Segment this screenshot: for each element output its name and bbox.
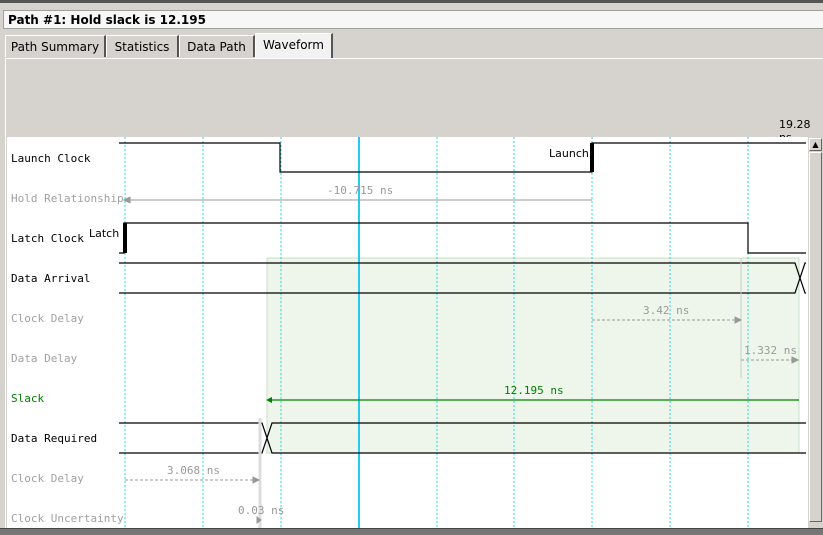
row-label-clock-delay-required: Clock Delay — [11, 472, 84, 485]
latch-edge-marker — [123, 223, 127, 253]
path-title: Path #1: Hold slack is 12.195 — [3, 10, 823, 29]
row-label-data-required: Data Required — [11, 432, 98, 445]
row-label-data-arrival: Data Arrival — [11, 272, 91, 285]
waveform-canvas — [119, 137, 806, 528]
clock-uncertainty-value: 0.03 ns — [238, 504, 285, 517]
vertical-scrollbar[interactable]: ▲ — [808, 137, 823, 528]
slack-region — [266, 257, 800, 454]
row-label-clock-delay: Clock Delay — [11, 312, 84, 325]
row-label-data-delay: Data Delay — [11, 352, 78, 365]
slack-value: 12.195 ns — [504, 384, 564, 397]
scroll-up-arrow-icon[interactable]: ▲ — [809, 138, 822, 151]
waveform-area — [7, 137, 808, 528]
scrollbar-thumb[interactable] — [809, 152, 822, 522]
row-label-clock-uncertainty: Clock Uncertainty — [11, 512, 124, 525]
row-label-hold-relationship: Hold Relationship — [11, 192, 124, 205]
tab-path-summary[interactable]: Path Summary — [5, 35, 106, 57]
launch-clock-wave — [119, 142, 806, 173]
launch-label: Launch — [549, 147, 589, 160]
hold-value: -10.715 ns — [327, 184, 394, 197]
latch-clock-wave — [119, 222, 806, 254]
tab-waveform[interactable]: Waveform — [255, 33, 333, 58]
window-top-border — [0, 0, 823, 3]
row-label-latch-clock: Latch Clock — [11, 232, 84, 245]
tab-data-path[interactable]: Data Path — [179, 35, 255, 57]
row-label-slack: Slack — [11, 392, 45, 405]
clock-delay-required-value: 3.068 ns — [167, 464, 220, 477]
latch-label: Latch — [89, 227, 120, 240]
row-label-launch-clock: Launch Clock — [11, 152, 91, 165]
tab-statistics[interactable]: Statistics — [106, 35, 179, 57]
clock-delay-value: 3.42 ns — [643, 304, 690, 317]
launch-edge-marker — [590, 143, 594, 172]
data-delay-value: 1.332 ns — [744, 344, 797, 357]
